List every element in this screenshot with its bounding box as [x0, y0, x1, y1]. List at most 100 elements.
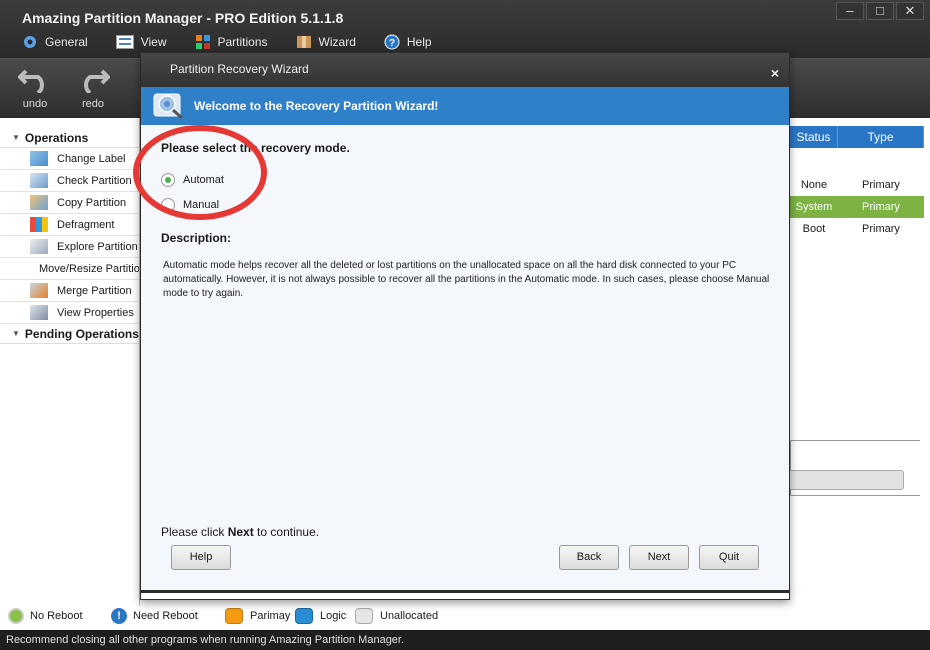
- quit-button[interactable]: Quit: [699, 545, 759, 570]
- row-type: Primary: [862, 223, 900, 235]
- pending-section-header[interactable]: ▼ Pending Operations: [0, 324, 139, 344]
- no-reboot-icon: [8, 608, 24, 624]
- window-controls: – □ ✕: [834, 2, 924, 20]
- app-title: Amazing Partition Manager - PRO Edition …: [22, 10, 344, 26]
- dialog-close-button[interactable]: ×: [771, 57, 779, 89]
- op-merge-partition-text: Merge Partition: [57, 284, 132, 297]
- legend-no-reboot: No Reboot: [8, 608, 83, 624]
- partitions-icon: [195, 35, 210, 49]
- defragment-icon: [30, 217, 48, 232]
- redo-icon: [84, 69, 111, 95]
- continue-next-word: Next: [227, 525, 254, 539]
- op-change-label[interactable]: Change Label: [0, 148, 139, 170]
- dialog-title-bar[interactable]: Partition Recovery Wizard ×: [141, 53, 789, 87]
- dialog-banner: Welcome to the Recovery Partition Wizard…: [141, 87, 789, 125]
- operations-title: Operations: [24, 130, 89, 145]
- primary-swatch: [225, 608, 243, 624]
- wizard-box-icon: [296, 36, 311, 48]
- menu-help-label: Help: [406, 35, 432, 49]
- continue-suffix: to continue.: [253, 525, 320, 539]
- banner-title: Welcome to the Recovery Partition Wizard…: [194, 99, 439, 113]
- op-merge-partition[interactable]: Merge Partition: [0, 280, 139, 302]
- copy-partition-icon: [30, 195, 48, 210]
- row-type: Primary: [862, 201, 900, 213]
- col-status[interactable]: Status: [790, 126, 838, 148]
- op-defragment-text: Defragment: [57, 218, 115, 231]
- radio-manual[interactable]: Manual: [161, 198, 219, 212]
- help-icon: ?: [384, 34, 400, 50]
- continue-instruction: Please click Next to continue.: [161, 525, 319, 539]
- partition-table-header: Status Type: [790, 126, 924, 148]
- op-copy-partition-text: Copy Partition: [57, 196, 127, 209]
- close-window-button[interactable]: ✕: [896, 2, 924, 20]
- change-label-icon: [30, 151, 48, 166]
- undo-label: undo: [22, 98, 48, 110]
- pending-title: Pending Operations: [24, 326, 139, 341]
- op-explore-partition-text: Explore Partition: [57, 240, 138, 253]
- op-explore-partition[interactable]: Explore Partition: [0, 236, 139, 258]
- undo-button[interactable]: undo: [10, 65, 60, 110]
- op-copy-partition[interactable]: Copy Partition: [0, 192, 139, 214]
- menu-partitions[interactable]: Partitions: [195, 34, 268, 50]
- radio-automatic-button[interactable]: [161, 173, 175, 187]
- view-list-icon: [115, 35, 134, 49]
- op-change-label-text: Change Label: [57, 152, 126, 165]
- op-view-properties-text: View Properties: [57, 306, 134, 319]
- description-title: Description:: [161, 231, 232, 245]
- unallocated-label: Unallocated: [380, 610, 439, 622]
- title-bar: Amazing Partition Manager - PRO Edition …: [0, 0, 930, 58]
- op-move-resize-partition[interactable]: Move/Resize Partition: [0, 258, 139, 280]
- operations-section-header[interactable]: ▼ Operations: [0, 128, 139, 148]
- back-button[interactable]: Back: [559, 545, 619, 570]
- next-button[interactable]: Next: [629, 545, 689, 570]
- menu-general[interactable]: General: [22, 34, 88, 50]
- continue-prefix: Please click: [161, 525, 228, 539]
- op-defragment[interactable]: Defragment: [0, 214, 139, 236]
- recovery-wizard-dialog: Partition Recovery Wizard × Welcome to t…: [140, 52, 790, 600]
- maximize-button[interactable]: □: [866, 2, 894, 20]
- operations-panel: ▼ Operations Change Label Check Partitio…: [0, 118, 140, 608]
- redo-button[interactable]: redo: [68, 65, 118, 110]
- row-type: Primary: [862, 179, 900, 191]
- menu-wizard[interactable]: Wizard: [296, 34, 356, 50]
- recovery-mode-prompt: Please select the recovery mode.: [161, 141, 350, 155]
- menu-general-label: General: [45, 35, 88, 49]
- table-row-selected[interactable]: System Primary: [790, 196, 924, 218]
- table-row[interactable]: None Primary: [790, 174, 924, 196]
- menu-wizard-label: Wizard: [318, 35, 356, 49]
- dialog-body: Please select the recovery mode. Automat…: [141, 125, 789, 593]
- col-type[interactable]: Type: [838, 126, 924, 148]
- need-reboot-label: Need Reboot: [133, 610, 198, 622]
- undo-icon: [17, 69, 44, 95]
- disk-bar[interactable]: [790, 470, 904, 490]
- op-check-partition-text: Check Partition: [57, 174, 132, 187]
- logic-label: Logic: [320, 610, 347, 622]
- collapse-triangle-icon: ▼: [12, 329, 20, 338]
- explore-partition-icon: [30, 239, 48, 254]
- row-status: Boot: [802, 223, 826, 235]
- legend-logic: Logic: [295, 608, 346, 624]
- minimize-button[interactable]: –: [836, 2, 864, 20]
- no-reboot-label: No Reboot: [30, 610, 83, 622]
- op-view-properties[interactable]: View Properties: [0, 302, 139, 324]
- radio-manual-button[interactable]: [161, 198, 175, 212]
- logic-swatch: [295, 608, 313, 624]
- help-button[interactable]: Help: [171, 545, 231, 570]
- menu-help[interactable]: ? Help: [384, 34, 432, 50]
- menu-view[interactable]: View: [115, 34, 167, 50]
- check-partition-icon: [30, 173, 48, 188]
- menu-bar: General View Partitions Wizard ? Help: [22, 34, 460, 50]
- row-status: System: [795, 201, 833, 213]
- op-move-resize-text: Move/Resize Partition: [39, 262, 139, 275]
- menu-partitions-label: Partitions: [217, 35, 268, 49]
- gear-icon: [24, 36, 36, 48]
- legend-unallocated: Unallocated: [355, 608, 438, 624]
- legend-primary: Parimay: [225, 608, 290, 624]
- op-check-partition[interactable]: Check Partition: [0, 170, 139, 192]
- radio-automatic[interactable]: Automat: [161, 173, 224, 187]
- unallocated-swatch: [355, 608, 373, 624]
- collapse-triangle-icon: ▼: [12, 133, 20, 142]
- row-status: None: [800, 179, 828, 191]
- need-reboot-icon: !: [111, 608, 127, 624]
- table-row[interactable]: Boot Primary: [790, 218, 924, 240]
